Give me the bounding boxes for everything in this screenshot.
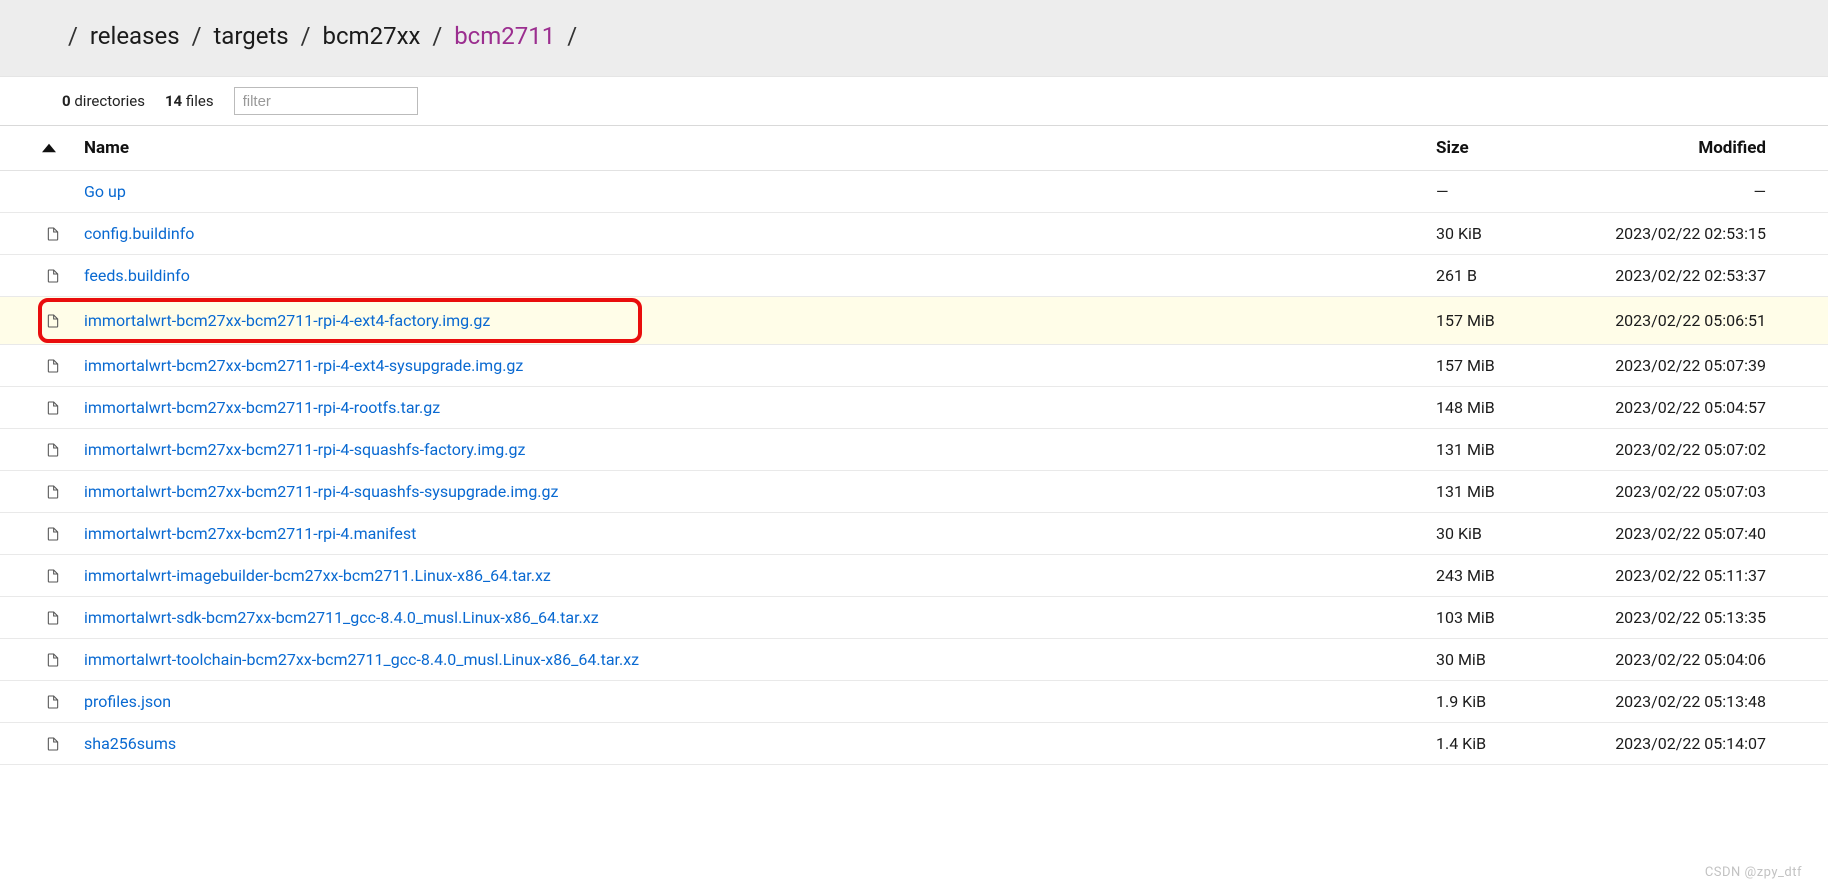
directory-count: 0 directories bbox=[62, 92, 145, 110]
file-icon bbox=[42, 568, 64, 584]
file-link[interactable]: immortalwrt-imagebuilder-bcm27xx-bcm2711… bbox=[84, 566, 551, 585]
file-modified: 2023/02/22 05:07:39 bbox=[1576, 356, 1766, 375]
modified-dash: — bbox=[1576, 182, 1766, 201]
file-link[interactable]: immortalwrt-bcm27xx-bcm2711-rpi-4-squash… bbox=[84, 482, 558, 501]
file-icon bbox=[42, 694, 64, 710]
breadcrumb-sep: / bbox=[567, 22, 577, 50]
file-link[interactable]: immortalwrt-bcm27xx-bcm2711-rpi-4-squash… bbox=[84, 440, 525, 459]
file-icon bbox=[42, 313, 64, 329]
table-row: immortalwrt-imagebuilder-bcm27xx-bcm2711… bbox=[0, 555, 1828, 597]
table-row: immortalwrt-bcm27xx-bcm2711-rpi-4-ext4-s… bbox=[0, 345, 1828, 387]
table-row: immortalwrt-bcm27xx-bcm2711-rpi-4.manife… bbox=[0, 513, 1828, 555]
table-row: sha256sums 1.4 KiB2023/02/22 05:14:07 bbox=[0, 723, 1828, 765]
filter-input[interactable] bbox=[234, 87, 418, 115]
file-size: 30 MiB bbox=[1436, 650, 1576, 669]
file-modified: 2023/02/22 05:13:35 bbox=[1576, 608, 1766, 627]
file-size: 157 MiB bbox=[1436, 356, 1576, 375]
file-size: 131 MiB bbox=[1436, 482, 1576, 501]
table-row: config.buildinfo 30 KiB2023/02/22 02:53:1… bbox=[0, 213, 1828, 255]
file-size: 103 MiB bbox=[1436, 608, 1576, 627]
file-link[interactable]: immortalwrt-bcm27xx-bcm2711-rpi-4.manife… bbox=[84, 524, 416, 543]
breadcrumb-link-releases[interactable]: releases bbox=[90, 22, 180, 50]
file-icon bbox=[42, 268, 64, 284]
file-icon bbox=[42, 610, 64, 626]
sort-asc-icon[interactable] bbox=[42, 141, 84, 155]
file-size: 1.9 KiB bbox=[1436, 692, 1576, 711]
file-modified: 2023/02/22 05:04:06 bbox=[1576, 650, 1766, 669]
file-icon bbox=[42, 484, 64, 500]
size-dash: — bbox=[1436, 182, 1576, 201]
file-icon bbox=[42, 526, 64, 542]
breadcrumb-sep: / bbox=[68, 22, 78, 50]
file-link[interactable]: immortalwrt-bcm27xx-bcm2711-rpi-4-rootfs… bbox=[84, 398, 440, 417]
table-row: immortalwrt-bcm27xx-bcm2711-rpi-4-ext4-f… bbox=[0, 297, 1828, 345]
file-icon bbox=[42, 226, 64, 242]
file-modified: 2023/02/22 05:14:07 bbox=[1576, 734, 1766, 753]
file-link[interactable]: immortalwrt-bcm27xx-bcm2711-rpi-4-ext4-f… bbox=[84, 311, 490, 330]
column-header-size[interactable]: Size bbox=[1436, 138, 1576, 158]
file-icon bbox=[42, 736, 64, 752]
table-row: immortalwrt-bcm27xx-bcm2711-rpi-4-rootfs… bbox=[0, 387, 1828, 429]
table-row-go-up: Go up — — bbox=[0, 171, 1828, 213]
table-row: feeds.buildinfo 261 B2023/02/22 02:53:37 bbox=[0, 255, 1828, 297]
file-size: 261 B bbox=[1436, 266, 1576, 285]
file-table: Name Size Modified Go up — — config.buil… bbox=[0, 126, 1828, 765]
breadcrumb-link-targets[interactable]: targets bbox=[213, 22, 288, 50]
breadcrumb-sep: / bbox=[432, 22, 442, 50]
file-modified: 2023/02/22 05:04:57 bbox=[1576, 398, 1766, 417]
file-size: 243 MiB bbox=[1436, 566, 1576, 585]
file-size: 30 KiB bbox=[1436, 224, 1576, 243]
file-link[interactable]: immortalwrt-bcm27xx-bcm2711-rpi-4-ext4-s… bbox=[84, 356, 523, 375]
table-row: immortalwrt-bcm27xx-bcm2711-rpi-4-squash… bbox=[0, 429, 1828, 471]
file-link[interactable]: profiles.json bbox=[84, 692, 171, 711]
file-link[interactable]: immortalwrt-sdk-bcm27xx-bcm2711_gcc-8.4.… bbox=[84, 608, 599, 627]
file-icon bbox=[42, 442, 64, 458]
go-up-link[interactable]: Go up bbox=[84, 182, 126, 201]
file-link[interactable]: sha256sums bbox=[84, 734, 176, 753]
file-size: 148 MiB bbox=[1436, 398, 1576, 417]
table-row: immortalwrt-bcm27xx-bcm2711-rpi-4-squash… bbox=[0, 471, 1828, 513]
file-count: 14 files bbox=[165, 92, 214, 110]
watermark: CSDN @zpy_dtf bbox=[1705, 865, 1802, 880]
table-row: immortalwrt-toolchain-bcm27xx-bcm2711_gc… bbox=[0, 639, 1828, 681]
table-row: profiles.json 1.9 KiB2023/02/22 05:13:48 bbox=[0, 681, 1828, 723]
breadcrumb-link-bcm2711[interactable]: bcm2711 bbox=[454, 22, 555, 50]
file-icon bbox=[42, 652, 64, 668]
file-modified: 2023/02/22 05:07:03 bbox=[1576, 482, 1766, 501]
column-header-name[interactable]: Name bbox=[84, 138, 1436, 158]
file-size: 157 MiB bbox=[1436, 311, 1576, 330]
file-modified: 2023/02/22 05:06:51 bbox=[1576, 311, 1766, 330]
file-modified: 2023/02/22 02:53:37 bbox=[1576, 266, 1766, 285]
file-link[interactable]: feeds.buildinfo bbox=[84, 266, 190, 285]
table-header-row: Name Size Modified bbox=[0, 126, 1828, 171]
breadcrumb-sep: / bbox=[301, 22, 311, 50]
file-modified: 2023/02/22 02:53:15 bbox=[1576, 224, 1766, 243]
file-modified: 2023/02/22 05:07:40 bbox=[1576, 524, 1766, 543]
file-modified: 2023/02/22 05:11:37 bbox=[1576, 566, 1766, 585]
table-row: immortalwrt-sdk-bcm27xx-bcm2711_gcc-8.4.… bbox=[0, 597, 1828, 639]
file-icon bbox=[42, 400, 64, 416]
breadcrumb-link-bcm27xx[interactable]: bcm27xx bbox=[323, 22, 421, 50]
file-link[interactable]: immortalwrt-toolchain-bcm27xx-bcm2711_gc… bbox=[84, 650, 639, 669]
header-bar: / releases / targets / bcm27xx / bcm2711… bbox=[0, 0, 1828, 77]
column-header-modified[interactable]: Modified bbox=[1576, 138, 1766, 158]
file-modified: 2023/02/22 05:13:48 bbox=[1576, 692, 1766, 711]
breadcrumb-sep: / bbox=[192, 22, 202, 50]
breadcrumb: / releases / targets / bcm27xx / bcm2711… bbox=[0, 14, 1828, 58]
file-size: 30 KiB bbox=[1436, 524, 1576, 543]
file-size: 131 MiB bbox=[1436, 440, 1576, 459]
file-icon bbox=[42, 358, 64, 374]
file-size: 1.4 KiB bbox=[1436, 734, 1576, 753]
file-modified: 2023/02/22 05:07:02 bbox=[1576, 440, 1766, 459]
file-link[interactable]: config.buildinfo bbox=[84, 224, 194, 243]
stats-bar: 0 directories 14 files bbox=[0, 77, 1828, 126]
